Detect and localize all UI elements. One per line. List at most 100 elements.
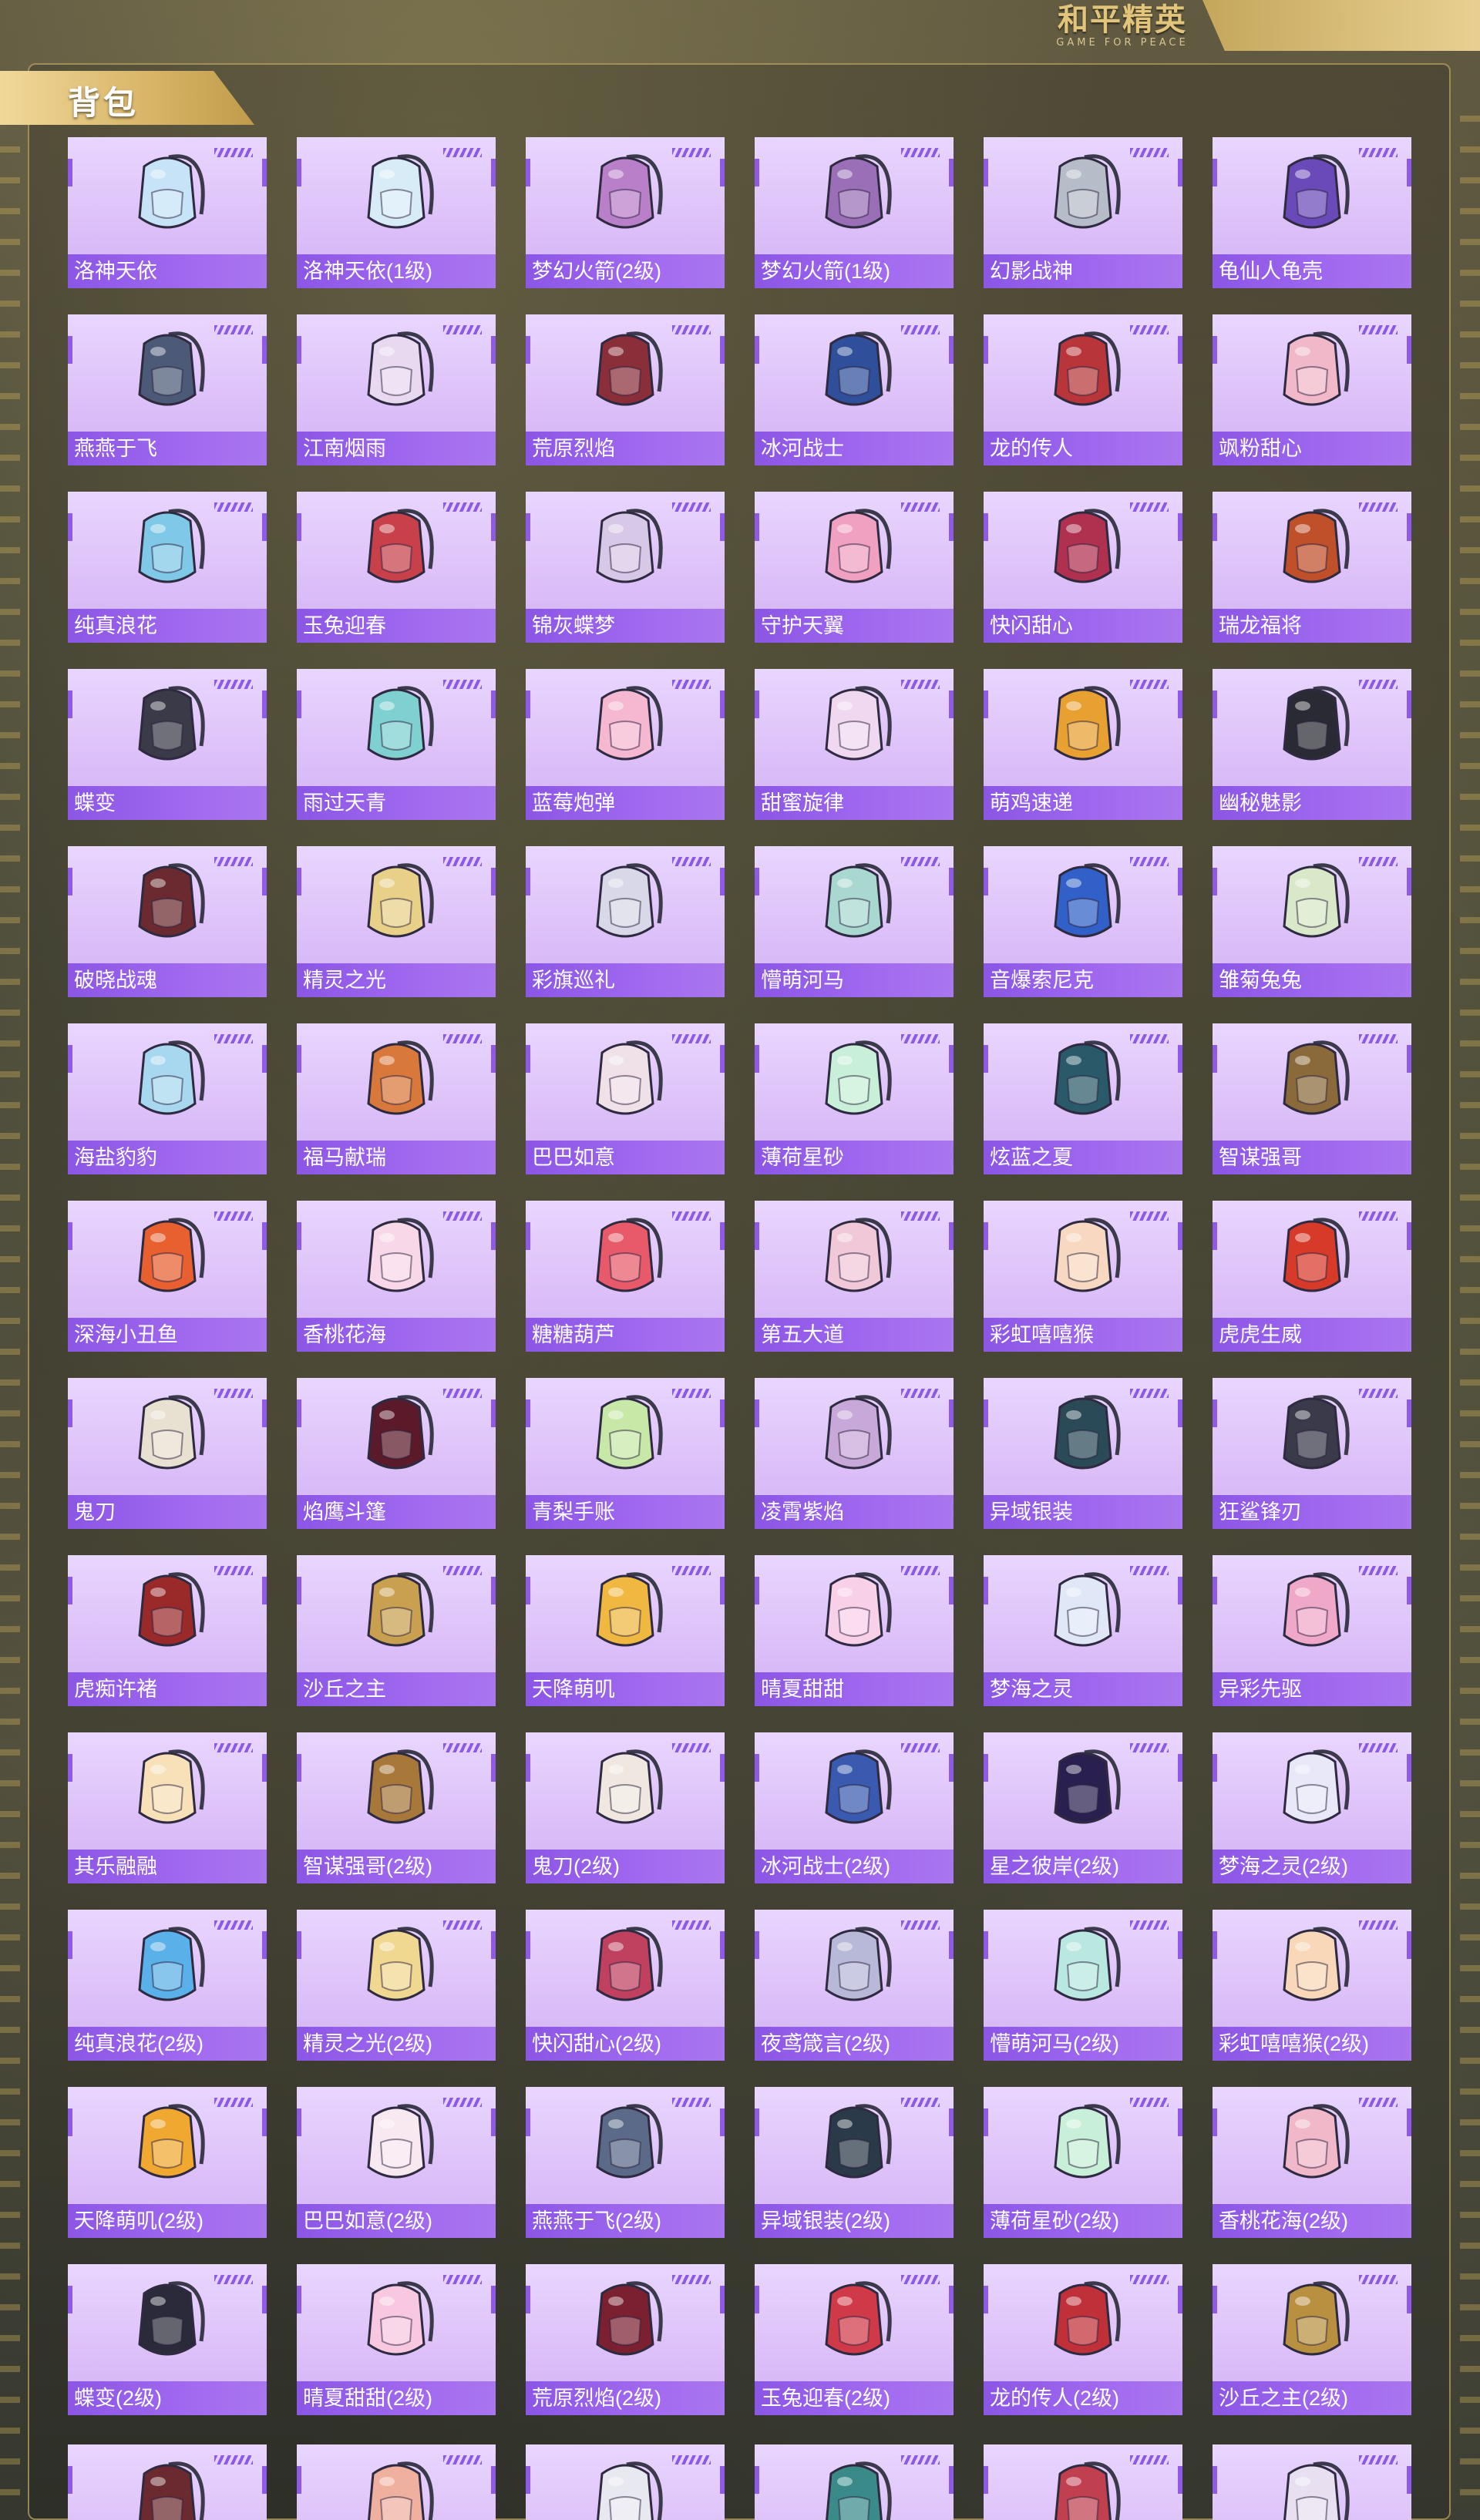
- backpack-item-card[interactable]: 龟仙人龟壳: [1213, 137, 1411, 288]
- backpack-icon: [579, 1384, 671, 1486]
- backpack-item-card[interactable]: 鬼刀: [68, 1378, 267, 1529]
- backpack-item-card[interactable]: 巴巴如意: [526, 1023, 725, 1174]
- backpack-item-card[interactable]: 快闪甜心(2级): [526, 1910, 725, 2061]
- backpack-item-card[interactable]: 星之彼岸(2级): [984, 1732, 1182, 1883]
- backpack-icon: [350, 498, 442, 600]
- backpack-item-card[interactable]: 精灵之光: [297, 846, 496, 997]
- quality-stripes: [901, 1566, 940, 1575]
- backpack-item-card[interactable]: 智谋强哥: [1213, 1023, 1411, 1174]
- backpack-icon: [579, 2093, 671, 2195]
- backpack-item-card[interactable]: 荒原烈焰(2级): [526, 2264, 725, 2415]
- backpack-item-card[interactable]: 糖糖葫芦: [526, 1201, 725, 1352]
- backpack-item-card[interactable]: 晴夏甜甜: [755, 1555, 954, 1706]
- backpack-item-card[interactable]: 飒粉甜心: [1213, 314, 1411, 465]
- backpack-item-card[interactable]: 破晓战魂: [68, 846, 267, 997]
- backpack-item-card[interactable]: 燕燕于飞: [68, 314, 267, 465]
- backpack-item-card[interactable]: 锦灰蝶梦: [526, 492, 725, 643]
- backpack-item-card[interactable]: 洛神天依(1级): [297, 137, 496, 288]
- backpack-item-card[interactable]: 梦幻火箭(1级): [755, 137, 954, 288]
- backpack-item-card[interactable]: 梦海之灵(2级): [1213, 1732, 1411, 1883]
- backpack-item-card[interactable]: 香桃花海: [297, 1201, 496, 1352]
- backpack-item-card[interactable]: 梦海之灵: [984, 1555, 1182, 1706]
- backpack-item-card[interactable]: [68, 2444, 267, 2520]
- backpack-item-card[interactable]: 蝶变(2级): [68, 2264, 267, 2415]
- backpack-item-card[interactable]: 薄荷星砂: [755, 1023, 954, 1174]
- backpack-item-card[interactable]: 玉兔迎春(2级): [755, 2264, 954, 2415]
- backpack-item-card[interactable]: 深海小丑鱼: [68, 1201, 267, 1352]
- backpack-item-card[interactable]: 快闪甜心: [984, 492, 1182, 643]
- backpack-item-card[interactable]: 蝶变: [68, 669, 267, 820]
- backpack-item-card[interactable]: 幻影战神: [984, 137, 1182, 288]
- backpack-item-card[interactable]: 冰河战士(2级): [755, 1732, 954, 1883]
- backpack-item-card[interactable]: 智谋强哥(2级): [297, 1732, 496, 1883]
- backpack-icon: [579, 675, 671, 777]
- backpack-item-card[interactable]: 异彩先驱: [1213, 1555, 1411, 1706]
- backpack-item-card[interactable]: [984, 2444, 1182, 2520]
- backpack-item-card[interactable]: 瑞龙福将: [1213, 492, 1411, 643]
- backpack-item-card[interactable]: 懵萌河马: [755, 846, 954, 997]
- logo-title: 和平精英: [1058, 2, 1187, 38]
- backpack-item-card[interactable]: 燕燕于飞(2级): [526, 2087, 725, 2238]
- backpack-item-card[interactable]: 巴巴如意(2级): [297, 2087, 496, 2238]
- backpack-item-card[interactable]: 狂鲨锋刃: [1213, 1378, 1411, 1529]
- backpack-item-card[interactable]: 彩旗巡礼: [526, 846, 725, 997]
- backpack-item-card[interactable]: 幽秘魅影: [1213, 669, 1411, 820]
- backpack-item-card[interactable]: 精灵之光(2级): [297, 1910, 496, 2061]
- backpack-item-card[interactable]: 玉兔迎春: [297, 492, 496, 643]
- backpack-item-card[interactable]: 纯真浪花(2级): [68, 1910, 267, 2061]
- backpack-item-card[interactable]: 冰河战士: [755, 314, 954, 465]
- item-name-label: 虎虎生威: [1213, 1318, 1411, 1352]
- backpack-item-card[interactable]: [1213, 2444, 1411, 2520]
- backpack-item-card[interactable]: 龙的传人: [984, 314, 1182, 465]
- quality-stripes: [443, 1211, 482, 1221]
- backpack-icon: [350, 852, 442, 954]
- backpack-icon: [1266, 2270, 1358, 2372]
- left-frame-decoration: [0, 116, 20, 2520]
- backpack-item-card[interactable]: 炫蓝之夏: [984, 1023, 1182, 1174]
- backpack-item-card[interactable]: [526, 2444, 725, 2520]
- backpack-item-card[interactable]: 其乐融融: [68, 1732, 267, 1883]
- backpack-item-card[interactable]: 香桃花海(2级): [1213, 2087, 1411, 2238]
- backpack-item-card[interactable]: 鬼刀(2级): [526, 1732, 725, 1883]
- backpack-item-card[interactable]: 懵萌河马(2级): [984, 1910, 1182, 2061]
- item-name-label: 纯真浪花: [68, 609, 267, 643]
- backpack-item-card[interactable]: 蓝莓炮弹: [526, 669, 725, 820]
- backpack-item-card[interactable]: 薄荷星砂(2级): [984, 2087, 1182, 2238]
- backpack-item-card[interactable]: 纯真浪花: [68, 492, 267, 643]
- backpack-item-card[interactable]: 萌鸡速递: [984, 669, 1182, 820]
- backpack-item-card[interactable]: 沙丘之主(2级): [1213, 2264, 1411, 2415]
- backpack-item-card[interactable]: 异域银装: [984, 1378, 1182, 1529]
- backpack-item-card[interactable]: 夜鸢箴言(2级): [755, 1910, 954, 2061]
- backpack-item-card[interactable]: 彩虹嘻嘻猴(2级): [1213, 1910, 1411, 2061]
- backpack-item-card[interactable]: 守护天翼: [755, 492, 954, 643]
- backpack-item-card[interactable]: [755, 2444, 954, 2520]
- backpack-icon: [808, 2451, 900, 2520]
- backpack-item-card[interactable]: 凌霄紫焰: [755, 1378, 954, 1529]
- backpack-item-card[interactable]: 彩虹嘻嘻猴: [984, 1201, 1182, 1352]
- item-name-label: 晴夏甜甜(2级): [297, 2381, 496, 2415]
- backpack-item-card[interactable]: 雨过天青: [297, 669, 496, 820]
- backpack-item-card[interactable]: 青梨手账: [526, 1378, 725, 1529]
- backpack-item-card[interactable]: 异域银装(2级): [755, 2087, 954, 2238]
- backpack-item-card[interactable]: 天降萌叽(2级): [68, 2087, 267, 2238]
- backpack-item-card[interactable]: 梦幻火箭(2级): [526, 137, 725, 288]
- backpack-item-card[interactable]: 焰鹰斗篷: [297, 1378, 496, 1529]
- backpack-item-card[interactable]: 虎虎生威: [1213, 1201, 1411, 1352]
- backpack-item-card[interactable]: 音爆索尼克: [984, 846, 1182, 997]
- backpack-icon: [1266, 498, 1358, 600]
- backpack-item-card[interactable]: 海盐豹豹: [68, 1023, 267, 1174]
- backpack-item-card[interactable]: 福马献瑞: [297, 1023, 496, 1174]
- backpack-item-card[interactable]: 龙的传人(2级): [984, 2264, 1182, 2415]
- quality-stripes: [214, 1389, 253, 1398]
- backpack-item-card[interactable]: 洛神天依: [68, 137, 267, 288]
- backpack-item-card[interactable]: 雏菊兔兔: [1213, 846, 1411, 997]
- backpack-item-card[interactable]: [297, 2444, 496, 2520]
- backpack-item-card[interactable]: 晴夏甜甜(2级): [297, 2264, 496, 2415]
- backpack-item-card[interactable]: 荒原烈焰: [526, 314, 725, 465]
- backpack-item-card[interactable]: 沙丘之主: [297, 1555, 496, 1706]
- backpack-item-card[interactable]: 天降萌叽: [526, 1555, 725, 1706]
- backpack-item-card[interactable]: 第五大道: [755, 1201, 954, 1352]
- backpack-item-card[interactable]: 甜蜜旋律: [755, 669, 954, 820]
- backpack-item-card[interactable]: 江南烟雨: [297, 314, 496, 465]
- backpack-item-card[interactable]: 虎痴许褚: [68, 1555, 267, 1706]
